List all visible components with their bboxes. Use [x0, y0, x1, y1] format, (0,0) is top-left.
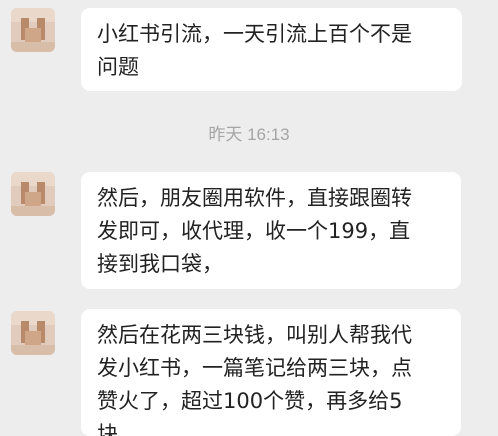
message-text-line: 然后在花两三块钱，叫别人帮我代	[97, 323, 412, 347]
avatar-pixel	[25, 28, 41, 42]
message-text-line: 然后，朋友圈用软件，直接跟圈转	[97, 186, 412, 210]
avatar[interactable]	[11, 172, 55, 216]
avatar-pixel	[11, 172, 55, 186]
message-bubble[interactable]: 然后，朋友圈用软件，直接跟圈转 发即可，收代理，收一个199，直 接到我口袋，	[81, 172, 461, 289]
message-text-line: 小红书引流，一天引流上百个不是	[97, 22, 412, 46]
message-bubble[interactable]: 然后在花两三块钱，叫别人帮我代 发小红书，一篇笔记给两三块，点 赞火了，超过10…	[81, 309, 461, 436]
avatar[interactable]	[11, 311, 55, 355]
message-text-line: 问题	[97, 55, 139, 79]
message-text-line: 块	[97, 422, 118, 436]
message-text-line: 发小红书，一篇笔记给两三块，点	[97, 356, 412, 380]
avatar-pixel	[11, 206, 55, 216]
avatar-pixel	[25, 192, 41, 206]
avatar-pixel	[11, 42, 55, 52]
message-text-line: 赞火了，超过100个赞，再多给5	[97, 389, 403, 413]
message-text-line: 接到我口袋，	[97, 252, 223, 276]
avatar-pixel	[25, 331, 41, 345]
message-text-line: 发即可，收代理，收一个199，直	[97, 219, 411, 243]
chat-window: 小红书引流，一天引流上百个不是 问题 昨天 16:13 然后，朋友圈用软件，直接…	[0, 0, 498, 436]
avatar-pixel	[11, 311, 55, 325]
avatar-pixel	[11, 345, 55, 355]
message-timestamp: 昨天 16:13	[208, 125, 290, 144]
avatar[interactable]	[11, 8, 55, 52]
avatar-pixel	[11, 8, 55, 22]
message-bubble[interactable]: 小红书引流，一天引流上百个不是 问题	[81, 8, 462, 91]
